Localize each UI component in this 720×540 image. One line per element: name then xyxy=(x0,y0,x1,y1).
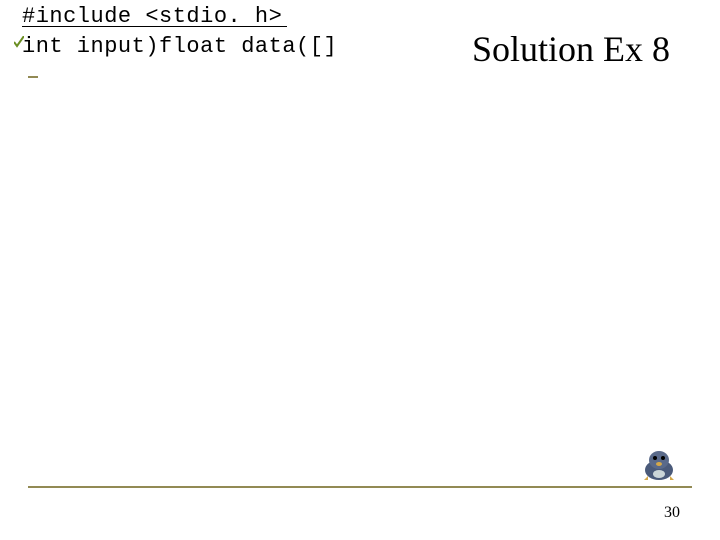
mascot-icon xyxy=(638,440,680,482)
content-marker xyxy=(28,76,38,78)
underline-decoration xyxy=(22,26,287,27)
code-line-signature: int input)float data([] xyxy=(22,34,337,59)
footer-divider xyxy=(28,486,692,488)
page-number: 30 xyxy=(664,504,680,522)
slide-title: Solution Ex 8 xyxy=(472,28,670,70)
